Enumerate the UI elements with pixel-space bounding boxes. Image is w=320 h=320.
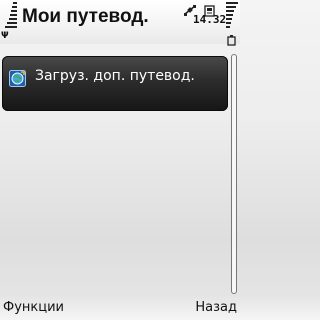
globe-download-icon [9,70,26,87]
list-item-label: Загруз. доп. путевод. [35,68,195,84]
list-item-download-guides[interactable]: Загруз. доп. путевод. [2,56,228,111]
status-title-bar: Ψ Мои путевод. 14.32 [0,0,240,46]
back-softkey[interactable]: Назад [195,300,237,315]
scrollbar[interactable] [231,54,237,294]
signal-label: Ψ [1,31,9,41]
battery-icon [227,31,236,46]
softkey-bar: Функции Назад [0,296,240,320]
clock: 14.32 [193,13,227,26]
options-softkey[interactable]: Функции [3,300,64,315]
page-title: Мои путевод. [22,6,149,27]
guides-list: Загруз. доп. путевод. [0,50,228,290]
